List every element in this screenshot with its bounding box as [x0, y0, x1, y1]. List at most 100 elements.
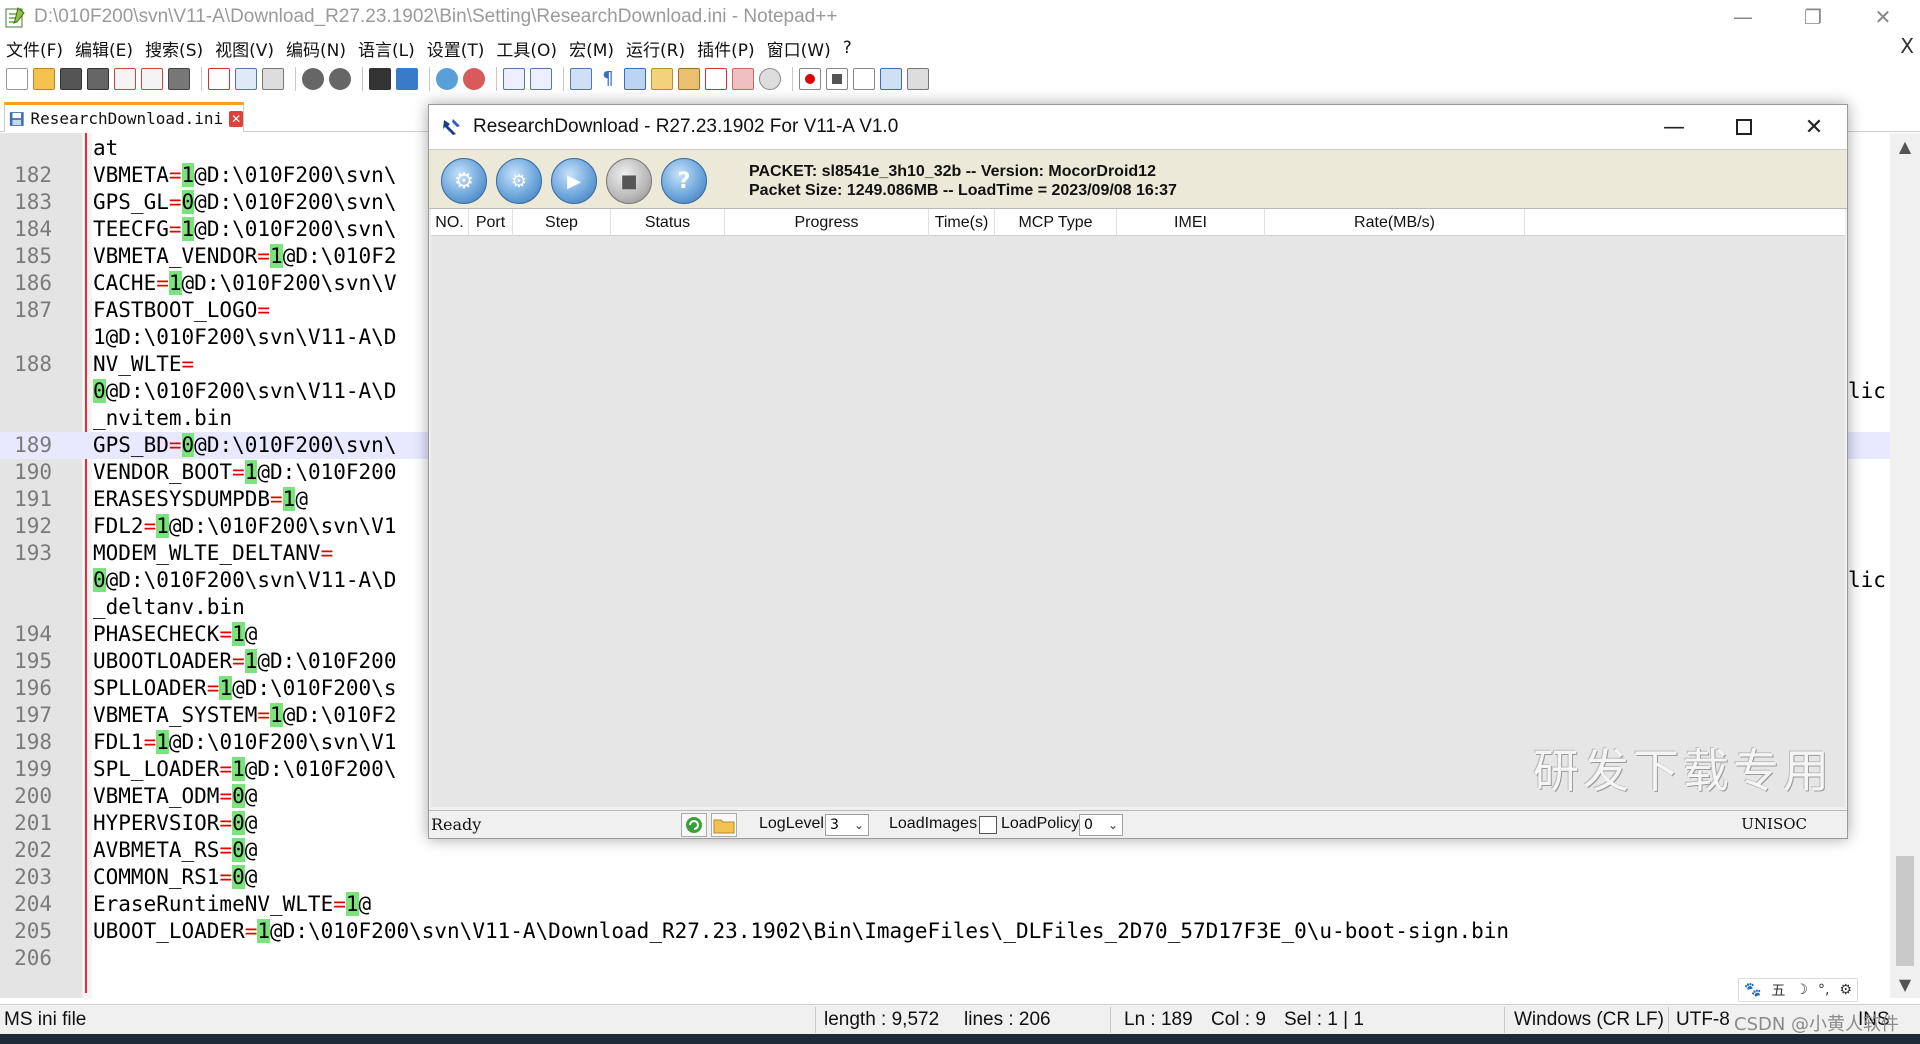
save-all-icon[interactable]	[87, 68, 109, 90]
dialog-close-button[interactable]: ✕	[1779, 105, 1849, 149]
paste-icon[interactable]	[262, 68, 284, 90]
save-macro-icon[interactable]	[907, 68, 929, 90]
notepadpp-icon	[4, 6, 26, 28]
vertical-scrollbar[interactable]: ▲ ▼	[1890, 133, 1920, 998]
status-encoding[interactable]: UTF-8	[1676, 1009, 1730, 1031]
column-mcp-type[interactable]: MCP Type	[995, 209, 1117, 236]
dialog-maximize-button[interactable]	[1709, 105, 1779, 149]
menu-macro[interactable]: 宏(M)	[563, 36, 620, 61]
ime-toolbar[interactable]: 🐾 五 ☽ °, ⚙	[1738, 978, 1858, 1002]
menu-view[interactable]: 视图(V)	[209, 36, 280, 61]
menu-search[interactable]: 搜索(S)	[139, 36, 209, 61]
undo-icon[interactable]	[302, 68, 324, 90]
ini-path: @D:\010F200	[257, 460, 397, 484]
ime-paw-icon[interactable]: 🐾	[1744, 982, 1761, 998]
show-all-chars-icon[interactable]: ¶	[597, 68, 619, 90]
scroll-down-icon[interactable]: ▼	[1890, 975, 1920, 994]
menu-settings[interactable]: 设置(T)	[421, 36, 491, 61]
new-file-icon[interactable]	[6, 68, 28, 90]
column-rate[interactable]: Rate(MB/s)	[1265, 209, 1525, 236]
sync-vertical-icon[interactable]	[503, 68, 525, 90]
ime-punct-icon[interactable]: °,	[1818, 982, 1829, 998]
scroll-up-icon[interactable]: ▲	[1890, 137, 1920, 156]
toolbar-separator	[496, 67, 497, 91]
zoom-in-icon[interactable]	[436, 68, 458, 90]
column-time[interactable]: Time(s)	[929, 209, 995, 236]
status-eol[interactable]: Windows (CR LF)	[1514, 1009, 1664, 1031]
menu-help[interactable]: ?	[837, 38, 858, 58]
monitoring-eye-icon[interactable]	[759, 68, 781, 90]
load-packet-button[interactable]: ⚙	[441, 158, 487, 204]
ini-path: @D:\010F200\svn\	[194, 433, 397, 457]
record-macro-icon[interactable]	[799, 68, 821, 90]
word-wrap-icon[interactable]	[570, 68, 592, 90]
status-separator	[1504, 1007, 1505, 1033]
port-list[interactable]: 研发下载专用	[431, 236, 1845, 807]
loadpolicy-select[interactable]: 0 ⌄	[1079, 814, 1123, 836]
indent-guide-icon[interactable]	[624, 68, 646, 90]
column-port[interactable]: Port	[469, 209, 513, 236]
close-file-icon[interactable]	[114, 68, 136, 90]
sync-horizontal-icon[interactable]	[530, 68, 552, 90]
dialog-minimize-button[interactable]: —	[1639, 105, 1709, 149]
menu-language[interactable]: 语言(L)	[352, 36, 421, 61]
start-download-button[interactable]: ▶	[551, 158, 597, 204]
print-icon[interactable]	[168, 68, 190, 90]
menu-tools[interactable]: 工具(O)	[490, 36, 563, 61]
menu-run[interactable]: 运行(R)	[620, 36, 691, 61]
loglevel-select[interactable]: 3 ⌄	[825, 814, 869, 836]
open-folder-button[interactable]	[711, 813, 737, 837]
menu-edit[interactable]: 编辑(E)	[69, 36, 139, 61]
ini-path: @D:\010F2	[282, 703, 397, 727]
column-status[interactable]: Status	[611, 209, 725, 236]
menu-file[interactable]: 文件(F)	[0, 36, 69, 61]
function-list-icon[interactable]	[705, 68, 727, 90]
ini-equals: =	[219, 784, 233, 808]
replace-icon[interactable]	[396, 68, 418, 90]
column-step[interactable]: Step	[513, 209, 611, 236]
zoom-out-icon[interactable]	[463, 68, 485, 90]
menu-plugins[interactable]: 插件(P)	[691, 36, 761, 61]
chevron-down-icon: ⌄	[1107, 818, 1118, 832]
stop-download-button[interactable]: ■	[606, 158, 652, 204]
tab-close-icon[interactable]: ✕	[229, 110, 243, 127]
document-map-icon[interactable]	[678, 68, 700, 90]
stop-macro-icon[interactable]	[826, 68, 848, 90]
menu-window[interactable]: 窗口(W)	[761, 36, 837, 61]
save-icon[interactable]	[60, 68, 82, 90]
redo-icon[interactable]	[329, 68, 351, 90]
settings-button[interactable]: ⚙	[496, 158, 542, 204]
define-language-icon[interactable]	[651, 68, 673, 90]
ime-wubi-icon[interactable]: 五	[1771, 980, 1785, 1000]
help-button[interactable]: ?	[661, 158, 707, 204]
ini-value-flag: 1	[156, 730, 169, 754]
close-document-button[interactable]: X	[1900, 34, 1914, 58]
open-folder-icon[interactable]	[33, 68, 55, 90]
loadpolicy-label: LoadPolicy :	[1001, 815, 1089, 832]
close-button[interactable]: ✕	[1848, 0, 1918, 34]
menu-encoding[interactable]: 编码(N)	[280, 36, 352, 61]
copy-icon[interactable]	[235, 68, 257, 90]
cut-icon[interactable]	[208, 68, 230, 90]
refresh-button[interactable]	[681, 813, 707, 837]
ini-equals: =	[333, 892, 346, 916]
column-imei[interactable]: IMEI	[1117, 209, 1265, 236]
restore-button[interactable]: ❐	[1778, 0, 1848, 34]
scrollbar-thumb[interactable]	[1896, 856, 1914, 966]
loadimages-checkbox[interactable]	[979, 816, 997, 834]
find-icon[interactable]	[369, 68, 391, 90]
code-text: VBMETA_VENDOR=1@D:\010F2	[93, 243, 396, 270]
close-all-icon[interactable]	[141, 68, 163, 90]
play-macro-icon[interactable]	[853, 68, 875, 90]
ini-path: @D:\010F200\	[244, 757, 397, 781]
column-no[interactable]: NO.	[431, 209, 469, 236]
ime-moon-icon[interactable]: ☽	[1795, 982, 1808, 998]
ini-equals: =	[143, 514, 157, 538]
folder-workspace-icon[interactable]	[732, 68, 754, 90]
tab-researchdownload-ini[interactable]: ResearchDownload.ini ✕	[4, 102, 244, 132]
code-text: FDL2=1@D:\010F200\svn\V1	[93, 513, 396, 540]
ime-settings-icon[interactable]: ⚙	[1839, 982, 1852, 998]
run-macro-multiple-icon[interactable]	[880, 68, 902, 90]
minimize-button[interactable]: —	[1708, 0, 1778, 34]
column-progress[interactable]: Progress	[725, 209, 929, 236]
